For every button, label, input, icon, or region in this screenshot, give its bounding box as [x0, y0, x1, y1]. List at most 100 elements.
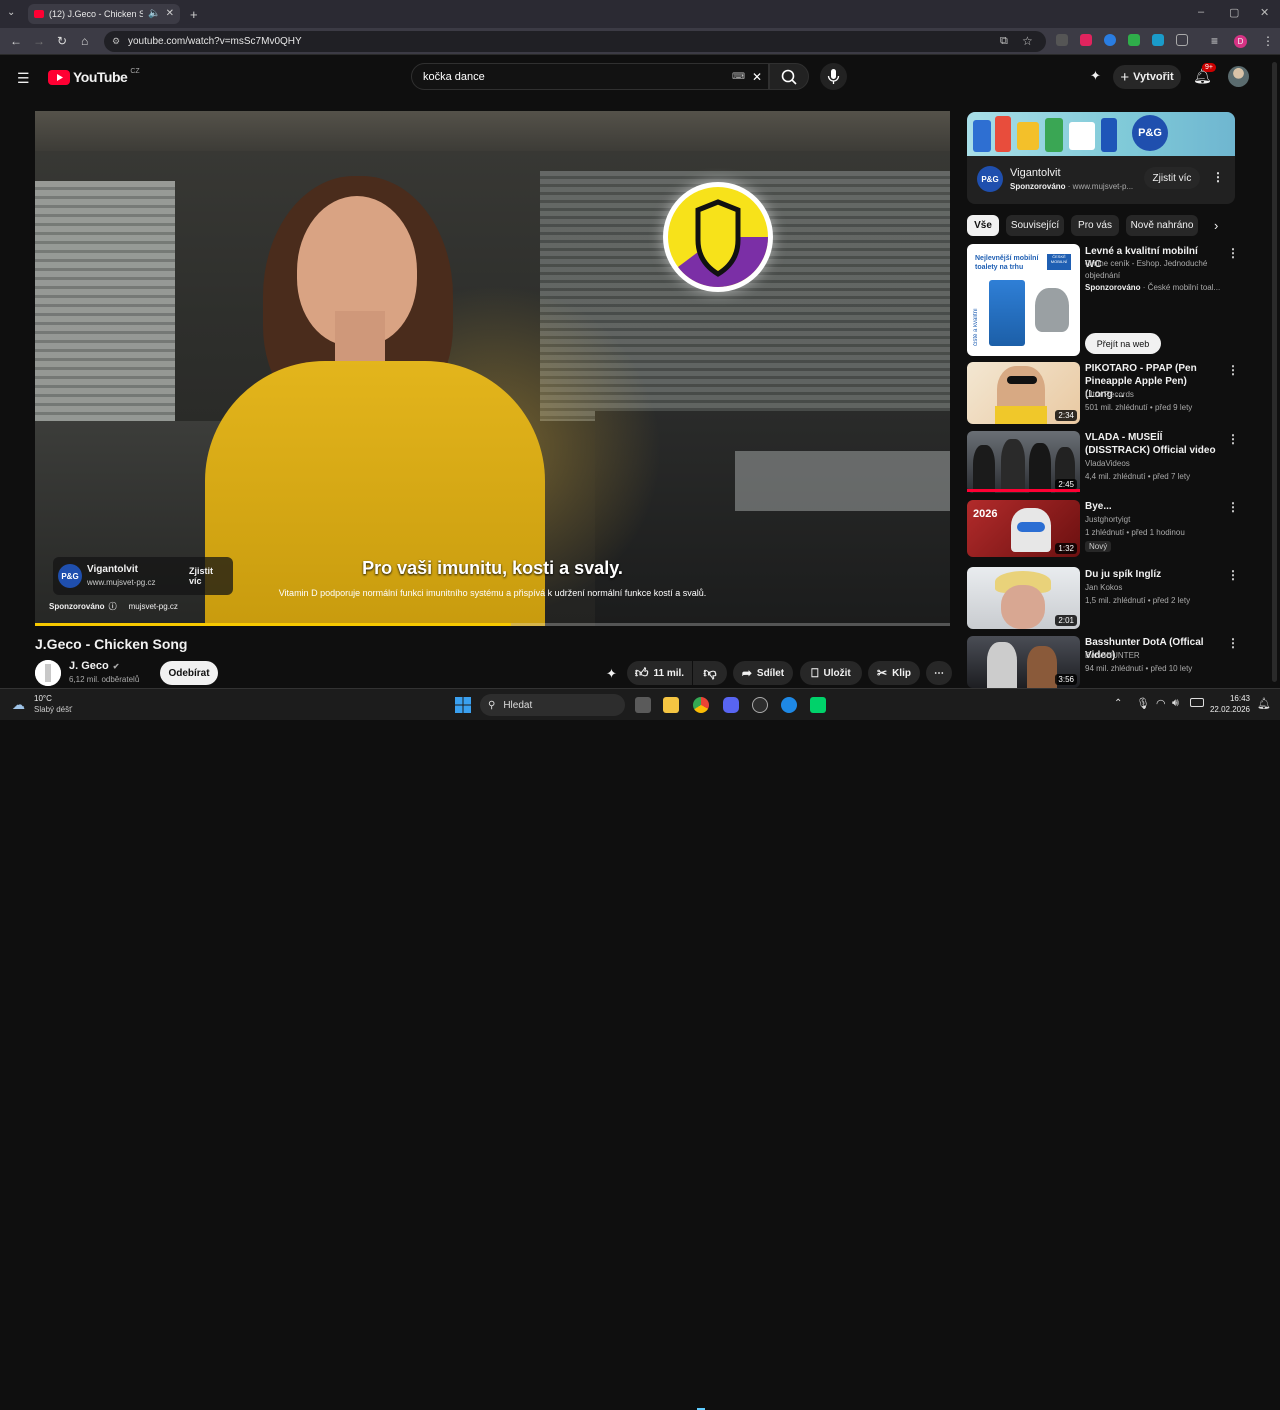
visit-website-button[interactable]: Přejít na web — [1085, 333, 1161, 354]
chips-next-chevron-icon[interactable]: › — [1214, 218, 1218, 233]
battery-icon[interactable] — [1190, 698, 1204, 707]
forward-icon[interactable]: → — [33, 34, 45, 48]
extension-icon[interactable] — [1056, 34, 1068, 46]
app-icon[interactable] — [752, 697, 768, 713]
file-explorer-icon[interactable] — [663, 697, 679, 713]
browser-menu-icon[interactable]: ⋮ — [1262, 34, 1274, 48]
ccleaner-icon[interactable] — [781, 697, 797, 713]
ad-video-thumbnail[interactable]: Nejlevnější mobilní toalety na trhu ČESK… — [967, 244, 1080, 356]
video-thumbnail-2[interactable]: 2:45 — [967, 431, 1080, 493]
translate-extension-icon[interactable] — [1152, 34, 1164, 46]
youtube-logo[interactable]: YouTube CZ — [48, 68, 140, 85]
video-more-icon-2[interactable]: ⋮ — [1227, 432, 1239, 446]
channel-name-row[interactable]: J. Geco ✔ — [69, 660, 119, 672]
video-title-4[interactable]: Du ju spík Inglíz — [1085, 568, 1217, 581]
create-button[interactable]: + Vytvořit — [1113, 65, 1181, 89]
task-view-icon[interactable] — [635, 697, 651, 713]
start-button[interactable] — [455, 697, 471, 713]
video-thumbnail-1[interactable]: 2:34 — [967, 362, 1080, 424]
tray-overflow-icon[interactable]: ⌃ — [1114, 698, 1122, 709]
page-scrollbar[interactable] — [1272, 62, 1277, 682]
share-button[interactable]: ➦ Sdílet — [733, 661, 793, 685]
extension-green-icon[interactable] — [1128, 34, 1140, 46]
clear-search-icon[interactable]: ✕ — [752, 70, 762, 84]
maximize-icon[interactable]: ▢ — [1229, 6, 1239, 19]
ad-learn-more-button[interactable]: Zjistit víc — [189, 566, 227, 586]
discord-icon[interactable] — [723, 697, 739, 713]
close-tab-icon[interactable]: ✕ — [166, 9, 174, 19]
video-thumbnail-3[interactable]: 2026 1:32 — [967, 500, 1080, 557]
video-title-3[interactable]: Bye... — [1085, 500, 1217, 513]
weather-cloud-icon[interactable]: ☁ — [12, 697, 25, 713]
like-button[interactable]: 👍︎ 11 mil. — [627, 661, 692, 685]
dislike-button[interactable]: 👎︎ — [693, 661, 727, 685]
account-avatar[interactable] — [1228, 66, 1249, 87]
search-input[interactable]: kočka dance ⌨ ✕ — [411, 63, 769, 90]
close-window-icon[interactable]: ✕ — [1260, 6, 1269, 19]
ad-name: Vigantolvit — [87, 564, 138, 575]
address-bar[interactable]: ⚙ youtube.com/watch?v=msSc7Mv0QHY ⧉ ☆ — [104, 31, 1046, 52]
subscribe-button[interactable]: Odebírat — [160, 661, 218, 685]
kick-icon[interactable] — [810, 697, 826, 713]
video-more-icon-3[interactable]: ⋮ — [1227, 500, 1239, 514]
channel-avatar[interactable] — [35, 660, 61, 686]
browser-tab[interactable]: (12) J.Geco - Chicken Song 🔈 ✕ — [28, 4, 180, 24]
chip-for-you[interactable]: Pro vás — [1071, 215, 1119, 236]
chip-all[interactable]: Vše — [967, 215, 999, 236]
reading-list-icon[interactable]: ≡ — [1211, 34, 1218, 48]
sponsored-domain[interactable]: mujsvet-pg.cz — [129, 602, 178, 611]
new-tab-button[interactable]: + — [190, 8, 198, 21]
site-info-icon[interactable]: ⚙ — [112, 36, 120, 47]
back-icon[interactable]: ← — [10, 34, 22, 48]
ad-overlay-card[interactable]: P&G Vigantolvit www.mujsvet-pg.cz Zjisti… — [53, 557, 233, 595]
video-more-icon-1[interactable]: ⋮ — [1227, 363, 1239, 377]
sidebar-ad-more-icon[interactable]: ⋮ — [1212, 170, 1224, 184]
sidebar-ad-cta-button[interactable]: Zjistit víc — [1144, 167, 1200, 189]
ad-progress-bar[interactable] — [35, 623, 950, 626]
tab-list-chevron-icon[interactable]: ⌄ — [7, 8, 15, 18]
video-thumbnail-5[interactable]: 3:56 — [967, 636, 1080, 688]
bookmark-star-icon[interactable]: ☆ — [1022, 34, 1033, 48]
clock-date[interactable]: 22.02.2026 — [1208, 705, 1250, 714]
ai-sparkle-icon[interactable]: ✦ — [1090, 68, 1101, 84]
ad-video-more-icon[interactable]: ⋮ — [1227, 246, 1239, 260]
hamburger-menu-icon[interactable]: ☰ — [17, 70, 30, 87]
sidebar-ad-banner[interactable]: P&G P&G Vigantolvit Sponzorováno · www.m… — [967, 112, 1235, 204]
chip-related[interactable]: Související — [1006, 215, 1064, 236]
more-actions-button[interactable]: ⋯ — [926, 661, 952, 685]
keyboard-icon[interactable]: ⌨ — [732, 71, 745, 82]
video-more-icon-4[interactable]: ⋮ — [1227, 568, 1239, 582]
video-more-icon-5[interactable]: ⋮ — [1227, 636, 1239, 650]
search-button[interactable] — [769, 63, 809, 90]
install-app-icon[interactable]: ⧉ — [1000, 35, 1008, 48]
reload-icon[interactable]: ↻ — [57, 34, 67, 48]
chrome-icon[interactable] — [693, 697, 709, 713]
video-thumbnail-4[interactable]: 2:01 — [967, 567, 1080, 629]
notifications-center-icon[interactable]: 🔔︎ — [1257, 697, 1271, 710]
wifi-icon[interactable]: ◠ — [1156, 697, 1166, 710]
video-channel-4[interactable]: Jan Kokos — [1085, 582, 1220, 594]
tray-mic-icon[interactable]: 🎙︎ — [1136, 697, 1150, 710]
save-button[interactable]: ⎕ Uložit — [800, 661, 862, 685]
profile-avatar[interactable]: D — [1234, 35, 1247, 48]
extensions-puzzle-icon[interactable] — [1176, 34, 1188, 46]
ublock-extension-icon[interactable] — [1080, 34, 1092, 46]
video-channel-1[interactable]: Ultra Records — [1085, 389, 1220, 401]
video-channel-5[interactable]: BASSHUNTER — [1085, 650, 1220, 662]
video-title-2[interactable]: VLADA - MUSEÍÍ (DISSTRACK) Official vide… — [1085, 431, 1217, 457]
audio-icon[interactable]: 🔈 — [148, 9, 160, 19]
video-channel-2[interactable]: VladaVideos — [1085, 458, 1220, 470]
video-player[interactable]: Pro vaši imunitu, kosti a svaly. Vitamin… — [35, 111, 950, 626]
ai-ask-icon[interactable]: ✦ — [606, 666, 617, 682]
taskbar-search[interactable]: ⚲ Hledat — [480, 694, 625, 716]
volume-icon[interactable]: 🔊︎ — [1172, 697, 1179, 710]
chip-recently-uploaded[interactable]: Nově nahráno — [1126, 215, 1198, 236]
voice-search-button[interactable] — [820, 63, 847, 90]
video-channel-3[interactable]: Justghortyigt — [1085, 514, 1220, 526]
info-icon[interactable]: ⓘ — [109, 601, 117, 612]
home-icon[interactable]: ⌂ — [81, 34, 88, 48]
extension-blue-icon[interactable] — [1104, 34, 1116, 46]
clock-time[interactable]: 16:43 — [1214, 694, 1250, 703]
clip-button[interactable]: ✂ Klip — [868, 661, 920, 685]
minimize-icon[interactable]: – — [1198, 6, 1204, 18]
